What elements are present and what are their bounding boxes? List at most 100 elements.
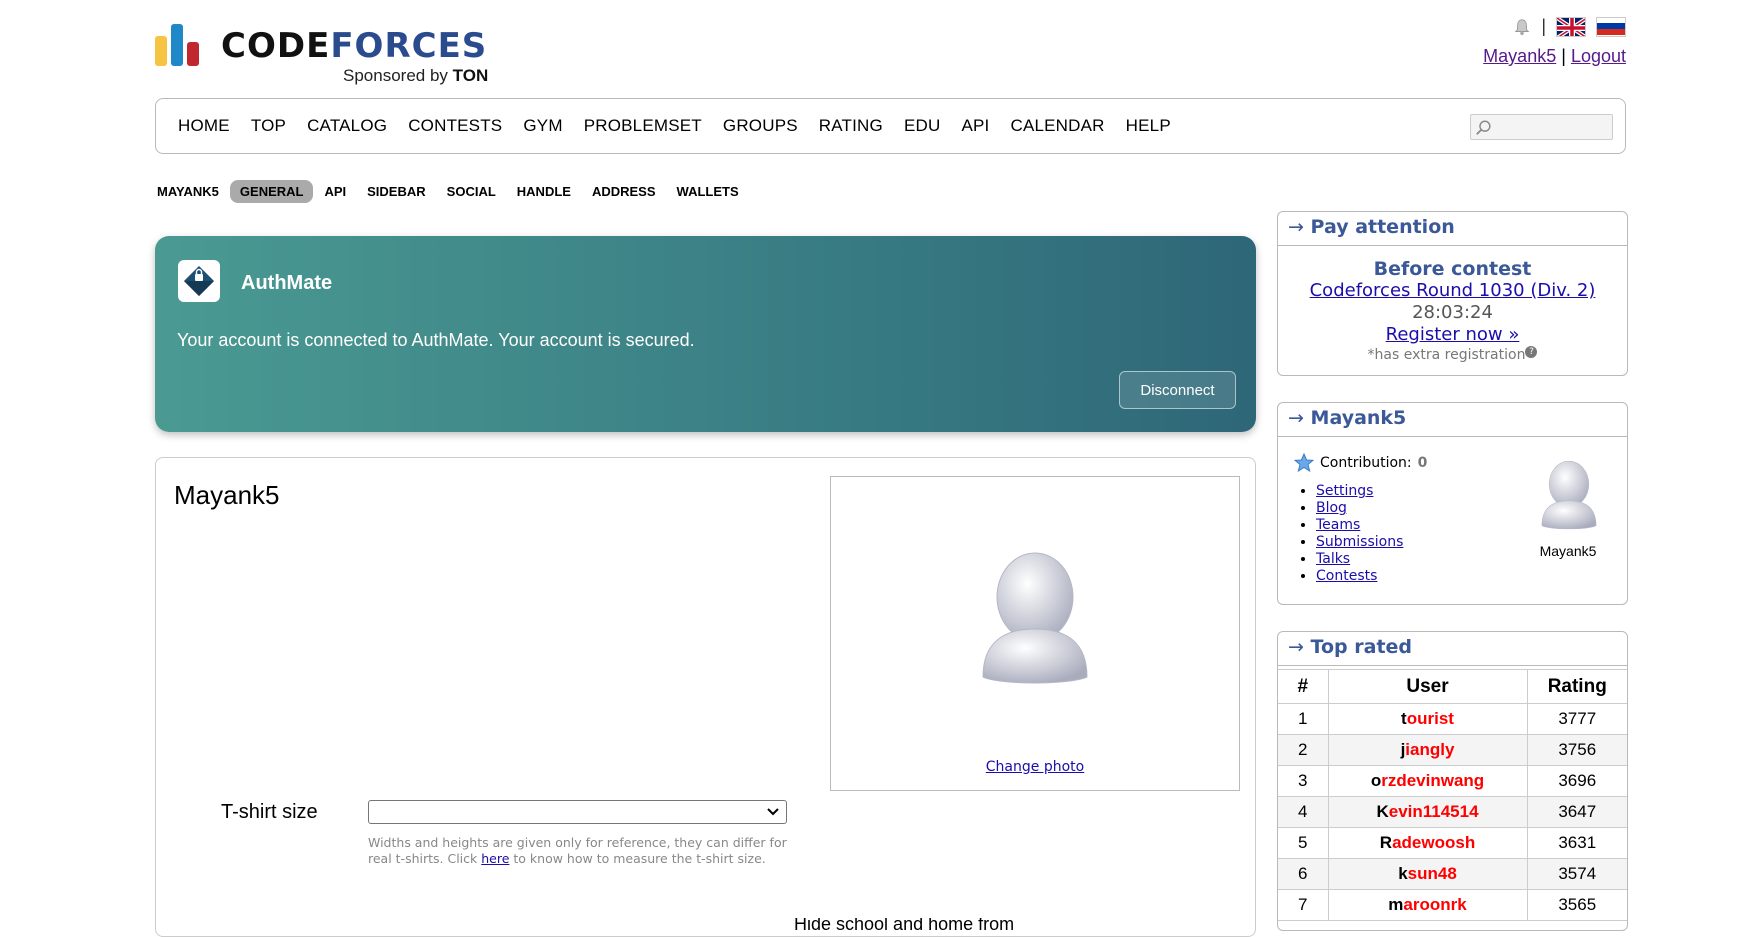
logout-link[interactable]: Logout bbox=[1571, 46, 1626, 66]
user-box-title: → Mayank5 bbox=[1278, 403, 1627, 437]
authmate-title: AuthMate bbox=[241, 272, 333, 294]
rating-cell: 3574 bbox=[1526, 858, 1627, 890]
rating-cell: 3647 bbox=[1526, 796, 1627, 828]
rank-cell: 4 bbox=[1278, 796, 1329, 828]
avatar-icon[interactable] bbox=[1538, 457, 1600, 531]
user-link[interactable]: Radewoosh bbox=[1380, 833, 1475, 852]
profile-settings-card: Mayank5 Change photo T-shirt size Widths… bbox=[155, 457, 1256, 937]
tshirt-size-select[interactable] bbox=[368, 800, 787, 824]
help-icon[interactable]: ? bbox=[1525, 346, 1538, 358]
tab-social[interactable]: SOCIAL bbox=[437, 180, 506, 203]
table-row: 7 maroonrk 3565 bbox=[1278, 889, 1627, 921]
rank-cell: 1 bbox=[1278, 703, 1329, 735]
avatar-username: Mayank5 bbox=[1539, 543, 1597, 559]
menu-item-help[interactable]: HELP bbox=[1126, 116, 1171, 136]
talks-link[interactable]: Talks bbox=[1316, 551, 1350, 567]
rating-cell: 3565 bbox=[1526, 889, 1627, 921]
logo-sponsor: Sponsored by TON bbox=[343, 66, 489, 85]
tab-sidebar[interactable]: SIDEBAR bbox=[357, 180, 436, 203]
change-photo-link[interactable]: Change photo bbox=[831, 759, 1239, 775]
disconnect-button[interactable]: Disconnect bbox=[1119, 371, 1236, 409]
user-link[interactable]: orzdevinwang bbox=[1371, 771, 1484, 790]
rank-cell: 6 bbox=[1278, 858, 1329, 890]
search-icon bbox=[1476, 120, 1491, 135]
teams-link[interactable]: Teams bbox=[1316, 517, 1360, 533]
tshirt-size-hint: Widths and heights are given only for re… bbox=[368, 835, 787, 866]
menu-item-problemset[interactable]: PROBLEMSET bbox=[584, 116, 702, 136]
logo-wordmark: CODEFORCES bbox=[221, 26, 488, 66]
menu-item-api[interactable]: API bbox=[961, 116, 989, 136]
rank-cell: 5 bbox=[1278, 827, 1329, 859]
column-header-user: User bbox=[1327, 669, 1528, 704]
user-cell[interactable]: orzdevinwang bbox=[1327, 765, 1528, 797]
table-row: 4 Kevin114514 3647 bbox=[1278, 796, 1627, 828]
user-cell[interactable]: jiangly bbox=[1327, 734, 1528, 766]
settings-tabs: MAYANK5 GENERAL API SIDEBAR SOCIAL HANDL… bbox=[155, 178, 750, 204]
user-link[interactable]: tourist bbox=[1401, 709, 1454, 728]
tab-address[interactable]: ADDRESS bbox=[582, 180, 666, 203]
user-links-list: Settings Blog Teams Submissions Talks Co… bbox=[1298, 483, 1403, 585]
header-separator: | bbox=[1541, 16, 1546, 36]
user-cell[interactable]: tourist bbox=[1327, 703, 1528, 735]
submissions-link[interactable]: Submissions bbox=[1316, 534, 1403, 550]
authmate-message: Your account is connected to AuthMate. Y… bbox=[177, 330, 695, 350]
header-username-link[interactable]: Mayank5 bbox=[1483, 46, 1556, 66]
user-cell[interactable]: ksun48 bbox=[1327, 858, 1528, 890]
register-now-link[interactable]: Register now » bbox=[1386, 324, 1520, 345]
rank-cell: 7 bbox=[1278, 889, 1329, 921]
user-link[interactable]: jiangly bbox=[1401, 740, 1455, 759]
rating-cell: 3696 bbox=[1526, 765, 1627, 797]
rank-cell: 3 bbox=[1278, 765, 1329, 797]
contests-link[interactable]: Contests bbox=[1316, 568, 1377, 584]
contest-countdown: 28:03:24 bbox=[1412, 302, 1493, 323]
top-rated-box: → Top rated # User Rating 1 tourist 3777 2 j… bbox=[1277, 631, 1628, 931]
bell-icon[interactable] bbox=[1513, 18, 1531, 36]
column-header-rank: # bbox=[1278, 669, 1329, 704]
profile-name: Mayank5 bbox=[174, 480, 280, 510]
pay-attention-box: → Pay attention Before contest Codeforce… bbox=[1277, 211, 1628, 376]
settings-link[interactable]: Settings bbox=[1316, 483, 1373, 499]
header-separator: | bbox=[1561, 46, 1566, 66]
menu-item-rating[interactable]: RATING bbox=[819, 116, 883, 136]
rating-cell: 3631 bbox=[1526, 827, 1627, 859]
search-box bbox=[1470, 114, 1613, 140]
tab-general[interactable]: GENERAL bbox=[229, 179, 314, 203]
tab-wallets[interactable]: WALLETS bbox=[667, 180, 749, 203]
flag-uk-icon[interactable] bbox=[1556, 16, 1586, 37]
menu-item-edu[interactable]: EDU bbox=[904, 116, 941, 136]
user-cell[interactable]: Kevin114514 bbox=[1327, 796, 1528, 828]
authmate-logo-icon bbox=[178, 260, 220, 302]
menu-item-contests[interactable]: CONTESTS bbox=[408, 116, 502, 136]
table-row: 1 tourist 3777 bbox=[1278, 703, 1627, 735]
user-link[interactable]: ksun48 bbox=[1398, 864, 1457, 883]
user-cell[interactable]: Radewoosh bbox=[1327, 827, 1528, 859]
table-row: 2 jiangly 3756 bbox=[1278, 734, 1627, 766]
menu-item-catalog[interactable]: CATALOG bbox=[307, 116, 387, 136]
rank-cell: 2 bbox=[1278, 734, 1329, 766]
menu-item-groups[interactable]: GROUPS bbox=[723, 116, 798, 136]
chevron-down-icon bbox=[767, 808, 779, 816]
user-sidebar-box: → Mayank5 Contribution: 0 Settings Blog … bbox=[1277, 402, 1628, 605]
flag-ru-icon[interactable] bbox=[1596, 16, 1626, 37]
menu-item-calendar[interactable]: CALENDAR bbox=[1010, 116, 1104, 136]
star-icon bbox=[1294, 453, 1314, 473]
user-avatar-icon bbox=[982, 552, 1088, 684]
top-rated-title: → Top rated bbox=[1278, 632, 1627, 666]
table-row: 6 ksun48 3574 bbox=[1278, 858, 1627, 890]
blog-link[interactable]: Blog bbox=[1316, 500, 1347, 516]
user-link[interactable]: Kevin114514 bbox=[1376, 802, 1478, 821]
codeforces-logo[interactable]: CODEFORCES Sponsored by TON bbox=[155, 22, 505, 85]
contest-link[interactable]: Codeforces Round 1030 (Div. 2) bbox=[1310, 280, 1596, 301]
user-cell[interactable]: maroonrk bbox=[1327, 889, 1528, 921]
menu-item-home[interactable]: HOME bbox=[178, 116, 230, 136]
tshirt-measure-link[interactable]: here bbox=[481, 851, 509, 866]
before-contest-heading: Before contest bbox=[1373, 258, 1532, 280]
user-link[interactable]: maroonrk bbox=[1388, 895, 1466, 914]
tab-handle[interactable]: HANDLE bbox=[507, 180, 581, 203]
menu-item-top[interactable]: TOP bbox=[251, 116, 286, 136]
tab-api[interactable]: API bbox=[314, 180, 356, 203]
extra-registration-note: *has extra registration? bbox=[1278, 346, 1627, 364]
table-row: 3 orzdevinwang 3696 bbox=[1278, 765, 1627, 797]
menu-item-gym[interactable]: GYM bbox=[523, 116, 562, 136]
tab-mayank5[interactable]: MAYANK5 bbox=[155, 180, 229, 203]
